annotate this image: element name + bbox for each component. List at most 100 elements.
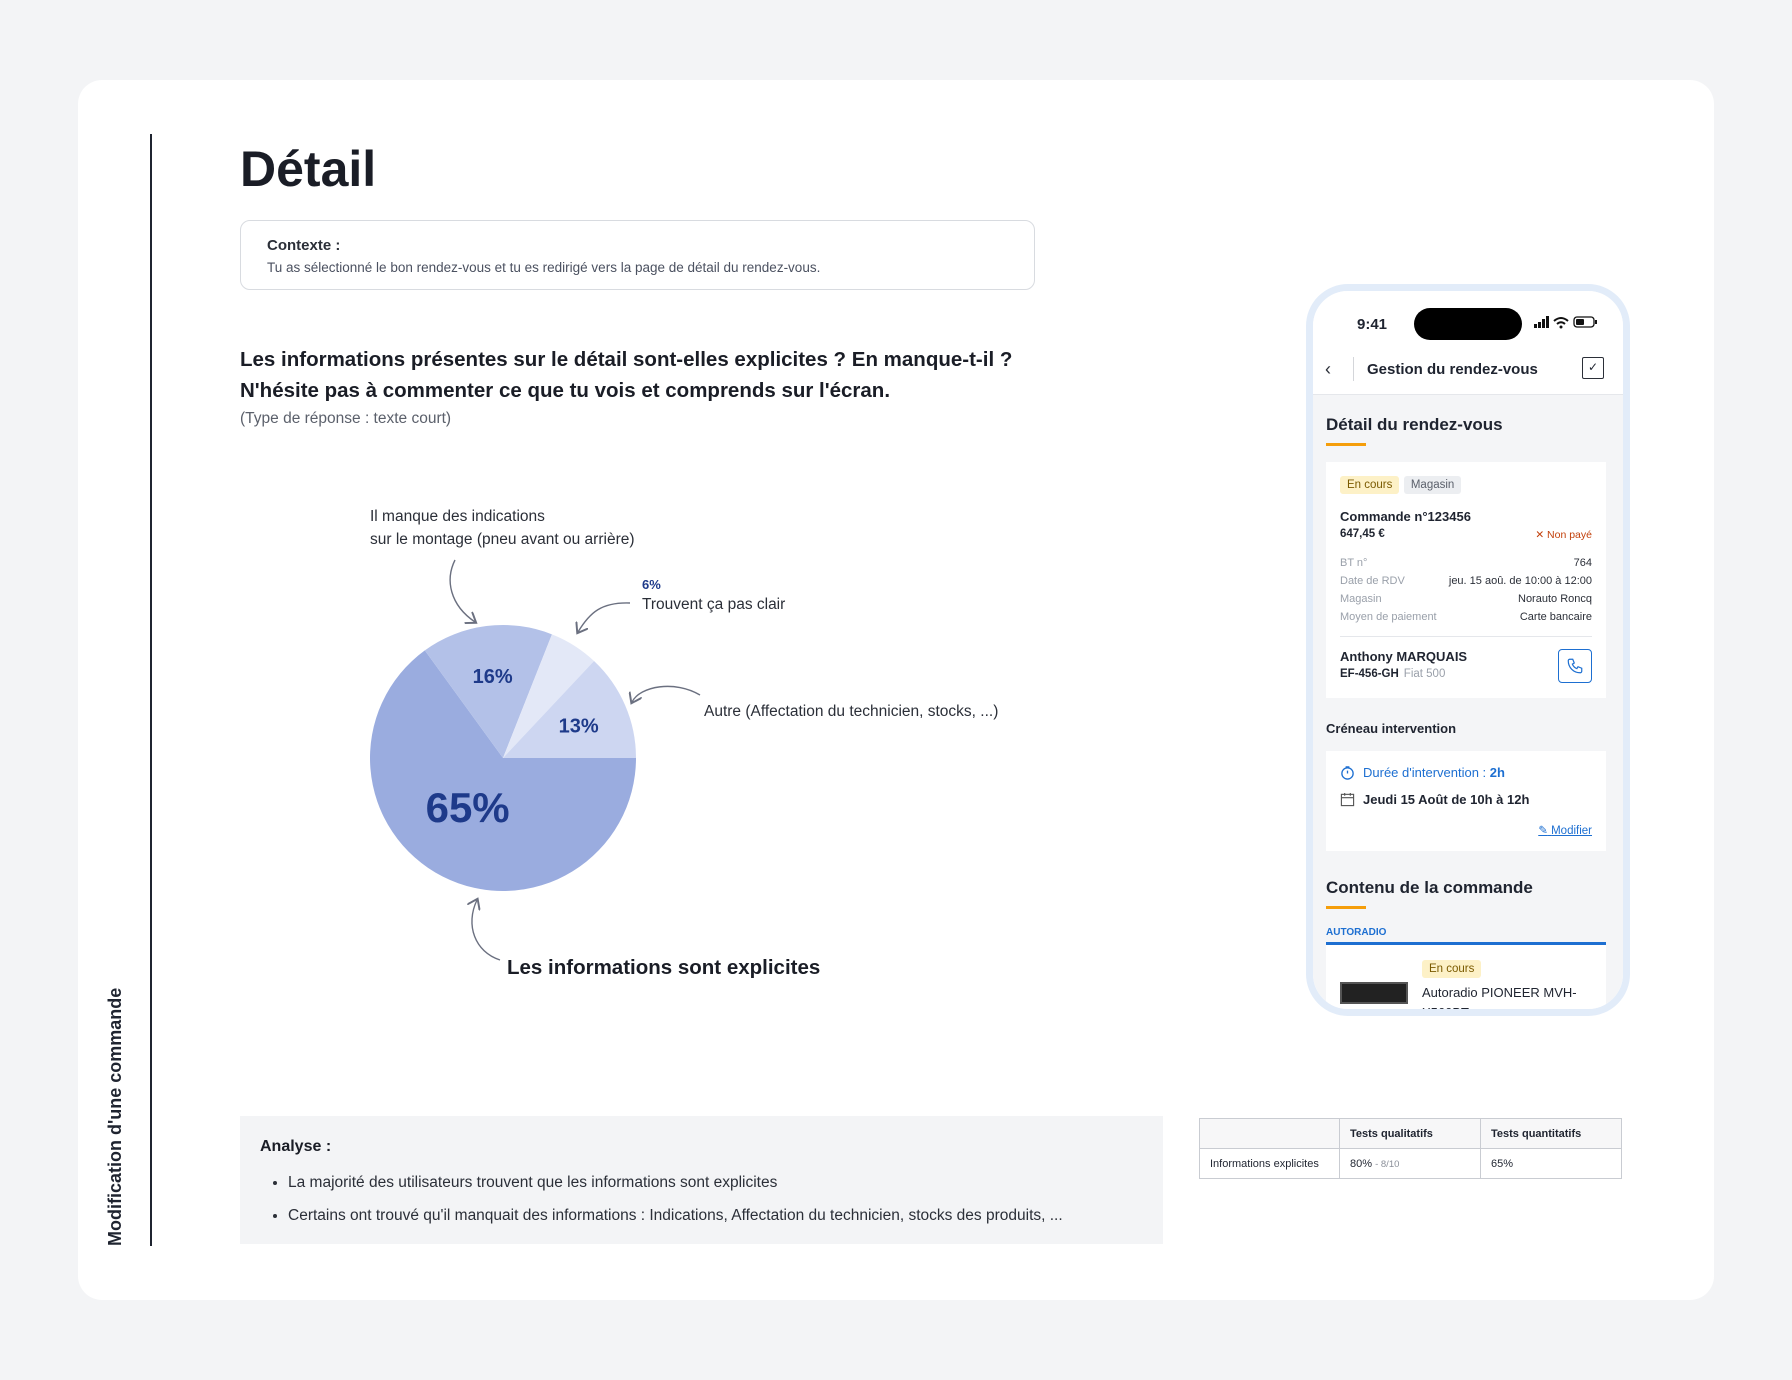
- table-row-label: Informations explicites: [1199, 1148, 1340, 1179]
- back-chevron-icon[interactable]: ‹: [1325, 359, 1331, 380]
- info-value: Norauto Roncq: [1518, 593, 1592, 605]
- info-label: Magasin: [1340, 593, 1382, 605]
- pie-chart: 65% 16% 13%: [370, 559, 701, 961]
- table-header-quantitative: Tests quantitatifs: [1480, 1118, 1622, 1149]
- table-header-empty: [1199, 1118, 1340, 1149]
- detail-title: Détail du rendez-vous: [1326, 415, 1503, 434]
- answer-type: (Type de réponse : texte court): [240, 410, 452, 427]
- arrow-other: [632, 685, 701, 702]
- payment-status: ✕ Non payé: [1535, 529, 1592, 541]
- arrow-missing: [449, 559, 475, 622]
- divider: [1340, 636, 1592, 637]
- order-panel: En cours Magasin Commande n°123456 647,4…: [1326, 462, 1606, 698]
- info-value: Carte bancaire: [1519, 611, 1592, 623]
- status-icons: [1534, 315, 1598, 332]
- summary-table: Tests qualitatifs Tests quantitatifs Inf…: [1199, 1118, 1622, 1179]
- dynamic-island: [1414, 308, 1522, 340]
- label-missing-line2: sur le montage (pneu avant ou arrière): [370, 531, 635, 548]
- edit-icon: ✎: [1538, 825, 1548, 837]
- info-label: Date de RDV: [1340, 575, 1405, 587]
- product-panel: En cours Autoradio PIONEER MVH-X560BT: [1326, 945, 1606, 1016]
- analysis-label: Analyse :: [260, 1138, 332, 1155]
- table-header-row: Tests qualitatifs Tests quantitatifs: [1199, 1118, 1622, 1149]
- tab-autoradio[interactable]: AUTORADIO: [1326, 927, 1386, 938]
- analysis-item: Certains ont trouvé qu'il manquait des i…: [288, 1199, 1143, 1232]
- analysis-list: La majorité des utilisateurs trouvent qu…: [260, 1166, 1143, 1232]
- label-explicit: Les informations sont explicites: [507, 956, 821, 979]
- question: Les informations présentes sur le détail…: [240, 344, 1100, 406]
- slot-title: Créneau intervention: [1326, 721, 1457, 736]
- duration-value: 2h: [1489, 765, 1505, 780]
- product-image: [1340, 982, 1408, 1004]
- product-status-badge: En cours: [1422, 960, 1482, 978]
- status-bar: 9:41: [1313, 291, 1623, 345]
- app-navbar: ‹ Gestion du rendez-vous ✓: [1313, 345, 1623, 395]
- vehicle-model: Fiat 500: [1403, 668, 1446, 680]
- date-line: Jeudi 15 Août de 10h à 12h: [1340, 792, 1529, 807]
- vehicle-plate: EF-456-GH: [1340, 668, 1399, 680]
- pie-value-label: 65%: [426, 784, 510, 831]
- info-row: Date de RDV jeu. 15 aoû. de 10:00 à 12:00: [1340, 575, 1592, 587]
- section-divider: [150, 134, 152, 1246]
- vehicle-info: EF-456-GH Fiat 500: [1340, 668, 1445, 680]
- label-other: Autre (Affectation du technicien, stocks…: [704, 703, 999, 720]
- nav-separator: [1353, 357, 1354, 381]
- section-label: Modification d'une commande: [105, 987, 125, 1246]
- duration-line: Durée d'intervention : 2h: [1340, 765, 1505, 780]
- label-unclear: 6% Trouvent ça pas clair: [642, 577, 785, 616]
- status-badge: En cours: [1340, 476, 1400, 494]
- slot-date: Jeudi 15 Août de 10h à 12h: [1363, 792, 1530, 807]
- context-box: Contexte : Tu as sélectionné le bon rend…: [240, 220, 1035, 290]
- calendar-icon: [1340, 792, 1355, 807]
- label-unclear-pct: 6%: [642, 577, 661, 592]
- qual-detail: - 8/10: [1375, 1158, 1400, 1170]
- label-missing-line1: Il manque des indications: [370, 508, 545, 525]
- modify-label: Modifier: [1551, 825, 1592, 837]
- question-line-2: N'hésite pas à commenter ce que tu vois …: [240, 379, 891, 402]
- content-title-underline: [1326, 906, 1366, 909]
- modify-link[interactable]: ✎ Modifier: [1538, 823, 1592, 837]
- label-missing: Il manque des indications sur le montage…: [370, 505, 635, 551]
- detail-title-underline: [1326, 443, 1366, 446]
- content-title: Contenu de la commande: [1326, 878, 1533, 897]
- table-row: Informations explicites 80% - 8/10 65%: [1199, 1148, 1622, 1179]
- table-cell-qualitative: 80% - 8/10: [1339, 1148, 1481, 1179]
- badges: En cours Magasin: [1340, 475, 1462, 494]
- info-value: 764: [1573, 557, 1592, 569]
- info-label: Moyen de paiement: [1340, 611, 1437, 623]
- status-time: 9:41: [1357, 316, 1388, 333]
- phone-mockup: 9:41 ‹ Gestion du rendez-vous ✓ Détail d…: [1306, 284, 1630, 1016]
- analysis-box: Analyse : La majorité des utilisateurs t…: [240, 1116, 1163, 1244]
- qual-value: 80%: [1350, 1157, 1373, 1170]
- info-row: BT n° 764: [1340, 557, 1592, 569]
- info-row: Magasin Norauto Roncq: [1340, 593, 1592, 605]
- context-text: Tu as sélectionné le bon rendez-vous et …: [267, 260, 821, 275]
- table-header-qualitative: Tests qualitatifs: [1339, 1118, 1481, 1149]
- nav-title: Gestion du rendez-vous: [1367, 361, 1538, 378]
- question-line-1: Les informations présentes sur le détail…: [240, 348, 1013, 371]
- customer-name: Anthony MARQUAIS: [1340, 649, 1468, 664]
- chat-check-icon[interactable]: ✓: [1582, 357, 1604, 379]
- duration-label: Durée d'intervention :: [1363, 765, 1490, 780]
- info-label: BT n°: [1340, 557, 1368, 569]
- context-label: Contexte :: [267, 237, 341, 254]
- order-number: Commande n°123456: [1340, 509, 1471, 524]
- info-row: Moyen de paiement Carte bancaire: [1340, 611, 1592, 623]
- page-title: Détail: [240, 141, 377, 197]
- phone-screen: 9:41 ‹ Gestion du rendez-vous ✓ Détail d…: [1313, 291, 1623, 1009]
- arrow-unclear: [578, 602, 631, 632]
- pie-value-label: 13%: [559, 715, 599, 737]
- phone-icon: [1567, 658, 1583, 674]
- info-value: jeu. 15 aoû. de 10:00 à 12:00: [1448, 575, 1592, 587]
- slot-panel: Durée d'intervention : 2h Jeudi 15 Août …: [1326, 751, 1606, 851]
- timer-icon: [1341, 766, 1354, 780]
- order-amount: 647,45 €: [1340, 528, 1385, 540]
- signal-wifi-battery-icon: [1534, 316, 1597, 329]
- product-name: Autoradio PIONEER MVH-X560BT: [1422, 985, 1577, 1016]
- arrow-explicit: [472, 900, 501, 961]
- table-cell-quantitative: 65%: [1480, 1148, 1622, 1179]
- analysis-item: La majorité des utilisateurs trouvent qu…: [288, 1166, 1143, 1199]
- pie-value-label: 16%: [473, 666, 513, 688]
- label-unclear-text: Trouvent ça pas clair: [642, 596, 786, 613]
- phone-call-button[interactable]: [1558, 649, 1592, 683]
